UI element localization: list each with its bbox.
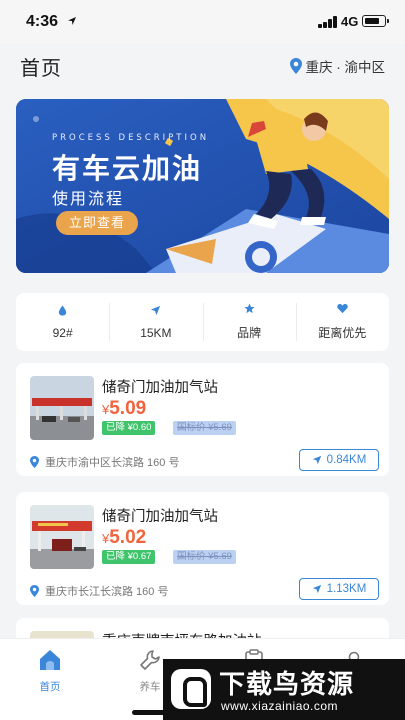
location-pin-icon xyxy=(30,456,39,468)
heart-icon xyxy=(337,304,348,314)
distance-label: 0.84KM xyxy=(326,454,367,466)
location-pin-icon xyxy=(289,58,302,74)
station-price: ¥5.09 xyxy=(102,398,146,420)
banner-description: 使用流程 xyxy=(52,191,125,208)
location-arrow-icon xyxy=(68,17,76,25)
status-time: 4:36 xyxy=(26,13,59,30)
filter-brand[interactable]: 品牌 xyxy=(202,293,296,351)
station-address: 重庆市渝中区长滨路 160 号 xyxy=(30,454,179,470)
navigate-button[interactable]: 1.13KM xyxy=(299,578,379,600)
station-card[interactable]: 储奇门加油加气站 ¥5.09 已降 ¥0.60 国标价 ¥5.69 重庆市渝中区… xyxy=(16,363,389,476)
station-card[interactable]: 储奇门加油加气站 ¥5.02 已降 ¥0.67 国标价 ¥5.69 重庆市长江长… xyxy=(16,492,389,605)
filter-brand-label: 品牌 xyxy=(237,326,262,340)
promo-banner[interactable]: PROCESS DESCRIPTION 有车云加油 使用流程 立即查看 xyxy=(16,99,389,273)
banner-title: 有车云加油 xyxy=(52,153,203,184)
filter-distance-label: 15KM xyxy=(140,325,172,340)
banner-subtitle: PROCESS DESCRIPTION xyxy=(52,133,210,143)
navigation-icon xyxy=(312,455,321,465)
filter-fuel-type-label: 92# xyxy=(52,325,73,340)
filter-sort[interactable]: 距离优先 xyxy=(295,293,389,351)
price-value: 5.09 xyxy=(109,398,147,419)
filter-bar: 92# 15KM 品牌 距离优先 xyxy=(16,293,389,351)
signal-icon xyxy=(318,16,338,28)
station-address-text: 重庆市长江长滨路 160 号 xyxy=(45,586,169,598)
distance-label: 1.13KM xyxy=(326,583,367,595)
filter-sort-label: 距离优先 xyxy=(318,326,367,340)
station-price: ¥5.02 xyxy=(102,527,146,549)
status-bar: 4:36 4G xyxy=(0,0,405,44)
filter-fuel-type[interactable]: 92# xyxy=(16,293,109,351)
price-value: 5.02 xyxy=(109,527,147,548)
filter-distance[interactable]: 15KM xyxy=(109,293,202,351)
page-title: 首页 xyxy=(20,58,62,80)
drop-icon xyxy=(58,304,67,316)
home-icon xyxy=(40,650,60,670)
list-price-badge: 国标价 ¥5.69 xyxy=(173,421,236,435)
station-name: 储奇门加油加气站 xyxy=(102,380,218,396)
network-label: 4G xyxy=(341,14,359,29)
discount-badge: 已降 ¥0.67 xyxy=(102,550,156,564)
city-selector[interactable]: 重庆 · 渝中区 xyxy=(289,56,386,76)
station-name: 储奇门加油加气站 xyxy=(102,509,218,525)
watermark-title: 下载鸟资源 xyxy=(219,669,355,699)
station-address: 重庆市长江长滨路 160 号 xyxy=(30,583,168,599)
watermark-logo-icon xyxy=(171,669,211,709)
home-indicator xyxy=(132,710,272,715)
city-label: 重庆 · 渝中区 xyxy=(305,60,386,75)
wrench-icon xyxy=(140,650,160,670)
navigation-icon xyxy=(151,305,161,315)
navigate-button[interactable]: 0.84KM xyxy=(299,449,379,471)
star-icon xyxy=(244,303,255,314)
location-pin-icon xyxy=(30,585,39,597)
tab-car-care-label: 养车 xyxy=(139,681,161,693)
tab-home-label: 首页 xyxy=(39,681,61,693)
navigation-icon xyxy=(312,584,321,594)
tab-home[interactable]: 首页 xyxy=(20,649,80,694)
station-photo xyxy=(30,376,94,440)
discount-badge: 已降 ¥0.60 xyxy=(102,421,156,435)
station-address-text: 重庆市渝中区长滨路 160 号 xyxy=(45,457,180,469)
view-now-button[interactable]: 立即查看 xyxy=(56,211,138,235)
battery-icon xyxy=(362,15,389,27)
station-photo xyxy=(30,505,94,569)
list-price-badge: 国标价 ¥5.69 xyxy=(173,550,236,564)
